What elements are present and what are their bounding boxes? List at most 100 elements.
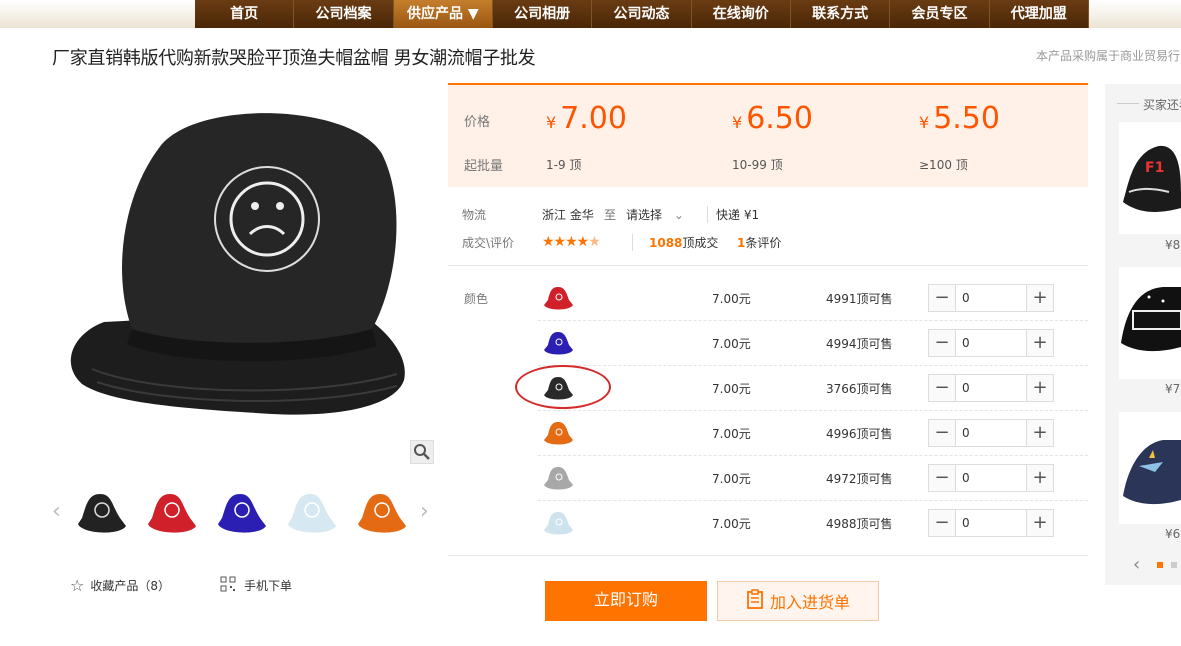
sku-row-red: 7.00元 4991顶可售 −+ xyxy=(538,276,1088,321)
quantity-input[interactable] xyxy=(955,375,1027,401)
price-tier-1: ¥7.00 xyxy=(546,101,627,136)
sku-stock: 4988顶可售 xyxy=(826,517,893,531)
qr-code-icon xyxy=(220,576,236,595)
swatch-blue[interactable] xyxy=(542,328,574,358)
nav-news[interactable]: 公司动态 xyxy=(592,0,692,28)
trade-note: 本产品采购属于商业贸易行 xyxy=(1036,49,1181,63)
sidebar-prev-icon[interactable]: ‹ xyxy=(1133,554,1140,575)
divider xyxy=(1117,103,1139,104)
minus-button[interactable]: − xyxy=(929,465,955,491)
recommend-sidebar: 买家还看了 F1 ¥8 ¥7. ¥6. ‹ xyxy=(1105,84,1181,585)
recommend-price: ¥7. xyxy=(1165,382,1181,396)
sku-row-blue: 7.00元 4994顶可售 −+ xyxy=(538,321,1088,366)
quantity-input[interactable] xyxy=(955,285,1027,311)
reviews-count[interactable]: 1条评价 xyxy=(737,234,781,251)
thumbnail-red[interactable] xyxy=(142,484,200,542)
carousel-dot-active[interactable] xyxy=(1157,562,1163,568)
nav-products[interactable]: 供应产品 ▼ xyxy=(393,0,493,28)
zoom-icon[interactable] xyxy=(410,440,434,464)
logistics-panel: 物流 浙江 金华 至 请选择 ⌄ 快递 ¥1 成交\评价 ★★★★★ 1088顶… xyxy=(448,196,1088,266)
recommend-price: ¥8 xyxy=(1165,238,1181,252)
price-panel: 价格 起批量 ¥7.00 ¥6.50 ¥5.50 1-9 顶 10-99 顶 ≥… xyxy=(448,83,1088,187)
main-product-image xyxy=(52,84,436,468)
sku-stock: 4972顶可售 xyxy=(826,472,893,486)
qty-tier-3: ≥100 顶 xyxy=(919,158,968,172)
nav-contact[interactable]: 联系方式 xyxy=(791,0,891,28)
plus-button[interactable]: + xyxy=(1027,285,1053,311)
moq-label: 起批量 xyxy=(464,159,504,174)
mobile-order-button[interactable]: 手机下单 xyxy=(220,576,292,595)
deals-count[interactable]: 1088顶成交 xyxy=(632,234,718,251)
sku-price: 7.00元 xyxy=(712,337,751,351)
nav-album[interactable]: 公司相册 xyxy=(493,0,593,28)
quantity-stepper: −+ xyxy=(928,284,1054,312)
qty-tier-2: 10-99 顶 xyxy=(732,158,783,172)
sku-row-light-blue: 7.00元 4988顶可售 − + xyxy=(538,501,1088,546)
nav-members[interactable]: 会员专区 xyxy=(890,0,990,28)
logistics-row: 物流 浙江 金华 至 请选择 ⌄ 快递 ¥1 xyxy=(462,206,759,223)
minus-button[interactable]: − xyxy=(929,330,955,356)
plus-button[interactable]: + xyxy=(1027,330,1053,356)
sku-stock: 4996顶可售 xyxy=(826,427,893,441)
quantity-input[interactable] xyxy=(955,330,1027,356)
destination-select[interactable]: 请选择 ⌄ xyxy=(626,206,684,223)
nav-inquiry[interactable]: 在线询价 xyxy=(692,0,791,28)
quantity-stepper: −+ xyxy=(928,329,1054,357)
nav-agent[interactable]: 代理加盟 xyxy=(990,0,1089,28)
sku-row-orange: 7.00元 4996顶可售 −+ xyxy=(538,411,1088,456)
recommend-item[interactable] xyxy=(1119,412,1181,524)
minus-button[interactable]: − xyxy=(929,510,955,536)
plus-button[interactable]: + xyxy=(1027,510,1053,536)
thumbnail-orange[interactable] xyxy=(352,484,410,542)
thumbnail-light-blue[interactable] xyxy=(282,484,340,542)
swatch-gray[interactable] xyxy=(542,463,574,493)
nav-home[interactable]: 首页 xyxy=(195,0,295,28)
origin: 浙江 金华 xyxy=(542,208,594,222)
highlight-circle xyxy=(515,365,611,409)
nav-bar: 首页 公司档案 供应产品 ▼ 公司相册 公司动态 在线询价 联系方式 会员专区 … xyxy=(195,0,1089,28)
black-bucket-hat-icon xyxy=(70,113,405,415)
quantity-input[interactable] xyxy=(955,510,1027,536)
thumbnail-strip xyxy=(52,484,436,542)
product-title: 厂家直销韩版代购新款哭脸平顶渔夫帽盆帽 男女潮流帽子批发 xyxy=(52,48,536,69)
sku-row-gray: 7.00元 4972顶可售 −+ xyxy=(538,456,1088,501)
thumbnail-blue[interactable] xyxy=(212,484,270,542)
swatch-orange[interactable] xyxy=(542,418,574,448)
thumbnail-black[interactable] xyxy=(72,484,130,542)
deals-row: 成交\评价 ★★★★★ 1088顶成交 1条评价 xyxy=(462,234,781,251)
recommend-item[interactable]: F1 xyxy=(1119,122,1181,234)
plus-button[interactable]: + xyxy=(1027,375,1053,401)
quantity-input[interactable] xyxy=(955,420,1027,446)
sidebar-title: 买家还看了 xyxy=(1143,98,1181,112)
minus-button[interactable]: − xyxy=(929,285,955,311)
sku-price: 7.00元 xyxy=(712,517,751,531)
clipboard-icon xyxy=(746,589,764,613)
buy-now-button[interactable]: 立即订购 xyxy=(545,581,707,621)
svg-text:F1: F1 xyxy=(1145,160,1164,176)
deals-label: 成交\评价 xyxy=(462,236,515,250)
nav-company-profile[interactable]: 公司档案 xyxy=(294,0,394,28)
swatch-red[interactable] xyxy=(542,283,574,313)
quantity-stepper: −+ xyxy=(928,419,1054,447)
mobile-order-label: 手机下单 xyxy=(244,579,293,593)
favorite-label: 收藏产品（8） xyxy=(90,579,170,593)
recommend-item[interactable] xyxy=(1119,267,1181,379)
quantity-stepper: −+ xyxy=(928,374,1054,402)
minus-button[interactable]: − xyxy=(929,375,955,401)
sku-stock: 3766顶可售 xyxy=(826,382,893,396)
recommend-price: ¥6. xyxy=(1165,527,1181,541)
swatch-light-blue[interactable] xyxy=(542,508,574,538)
plus-button[interactable]: + xyxy=(1027,465,1053,491)
add-to-cart-label: 加入进货单 xyxy=(769,593,850,612)
minus-button[interactable]: − xyxy=(929,420,955,446)
sku-price: 7.00元 xyxy=(712,292,751,306)
price-label: 价格 xyxy=(464,115,491,130)
quantity-input[interactable] xyxy=(955,465,1027,491)
plus-button[interactable]: + xyxy=(1027,420,1053,446)
favorite-button[interactable]: ☆ 收藏产品（8） xyxy=(70,576,170,595)
sku-price: 7.00元 xyxy=(712,382,751,396)
logistics-label: 物流 xyxy=(462,208,487,222)
add-to-cart-button[interactable]: 加入进货单 xyxy=(717,581,879,621)
rating-stars: ★★★★★ xyxy=(542,234,601,250)
carousel-dot[interactable] xyxy=(1171,562,1177,568)
